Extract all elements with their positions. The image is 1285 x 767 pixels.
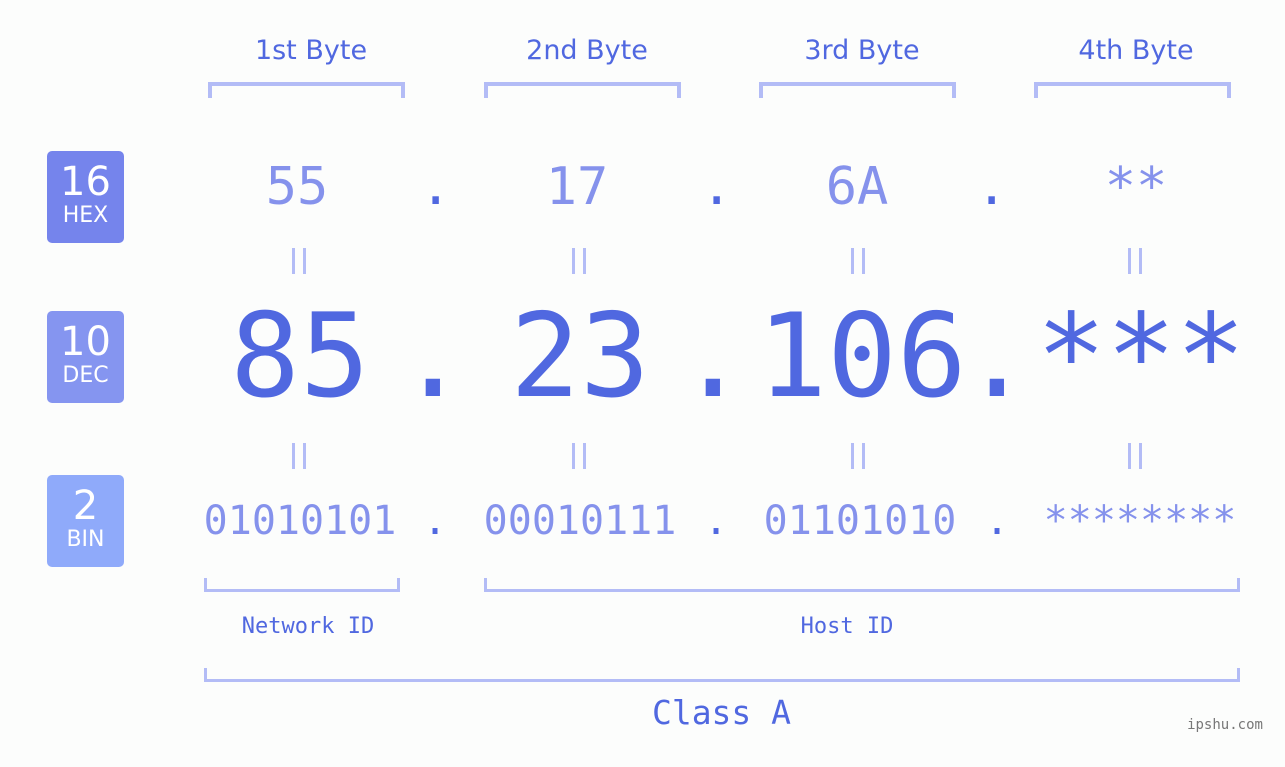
bin-separator-1: .	[423, 498, 448, 544]
dec-base-label: DEC	[62, 363, 109, 388]
watermark: ipshu.com	[1187, 717, 1263, 733]
dec-byte-4: ***	[1036, 289, 1246, 424]
byte-bracket-1	[208, 82, 405, 98]
hex-separator-1: .	[420, 157, 452, 217]
bin-byte-1: 01010101	[203, 498, 397, 544]
host-id-bracket	[484, 578, 1240, 592]
equals-icon	[270, 246, 330, 282]
bin-byte-2: 00010111	[483, 498, 677, 544]
hex-byte-1: 55	[265, 157, 329, 217]
equals-icon	[1106, 246, 1166, 282]
dec-byte-3: 106	[757, 289, 967, 424]
hex-byte-4: **	[1104, 157, 1168, 217]
byte-bracket-3	[759, 82, 956, 98]
bin-base-number: 2	[72, 483, 99, 529]
byte-bracket-2	[484, 82, 681, 98]
hex-base-number: 16	[60, 159, 111, 205]
network-id-bracket	[204, 578, 400, 592]
hex-byte-2: 17	[545, 157, 609, 217]
bin-base-badge: 2 BIN	[47, 475, 124, 567]
bin-separator-3: .	[985, 498, 1010, 544]
hex-base-badge: 16 HEX	[47, 151, 124, 243]
hex-separator-3: .	[976, 157, 1008, 217]
bin-byte-4: ********	[1043, 498, 1237, 544]
hex-byte-3: 6A	[825, 157, 889, 217]
host-id-label: Host ID	[800, 614, 894, 639]
byte-bracket-4	[1034, 82, 1231, 98]
equals-icon	[270, 441, 330, 477]
dec-base-badge: 10 DEC	[47, 311, 124, 403]
byte-header-2: 2nd Byte	[526, 35, 648, 66]
network-id-label: Network ID	[241, 614, 375, 639]
bin-base-label: BIN	[66, 527, 105, 552]
bin-byte-3: 01101010	[763, 498, 957, 544]
hex-base-label: HEX	[62, 203, 109, 228]
class-bracket	[204, 668, 1240, 682]
byte-header-1: 1st Byte	[254, 35, 368, 66]
equals-icon	[829, 246, 889, 282]
equals-icon	[550, 441, 610, 477]
equals-icon	[550, 246, 610, 282]
hex-separator-2: .	[701, 157, 733, 217]
byte-header-3: 3rd Byte	[804, 35, 920, 66]
dec-base-number: 10	[60, 319, 111, 365]
class-label: Class A	[651, 693, 792, 732]
equals-icon	[1106, 441, 1166, 477]
equals-icon	[829, 441, 889, 477]
bin-separator-2: .	[704, 498, 729, 544]
byte-header-4: 4th Byte	[1078, 35, 1194, 66]
